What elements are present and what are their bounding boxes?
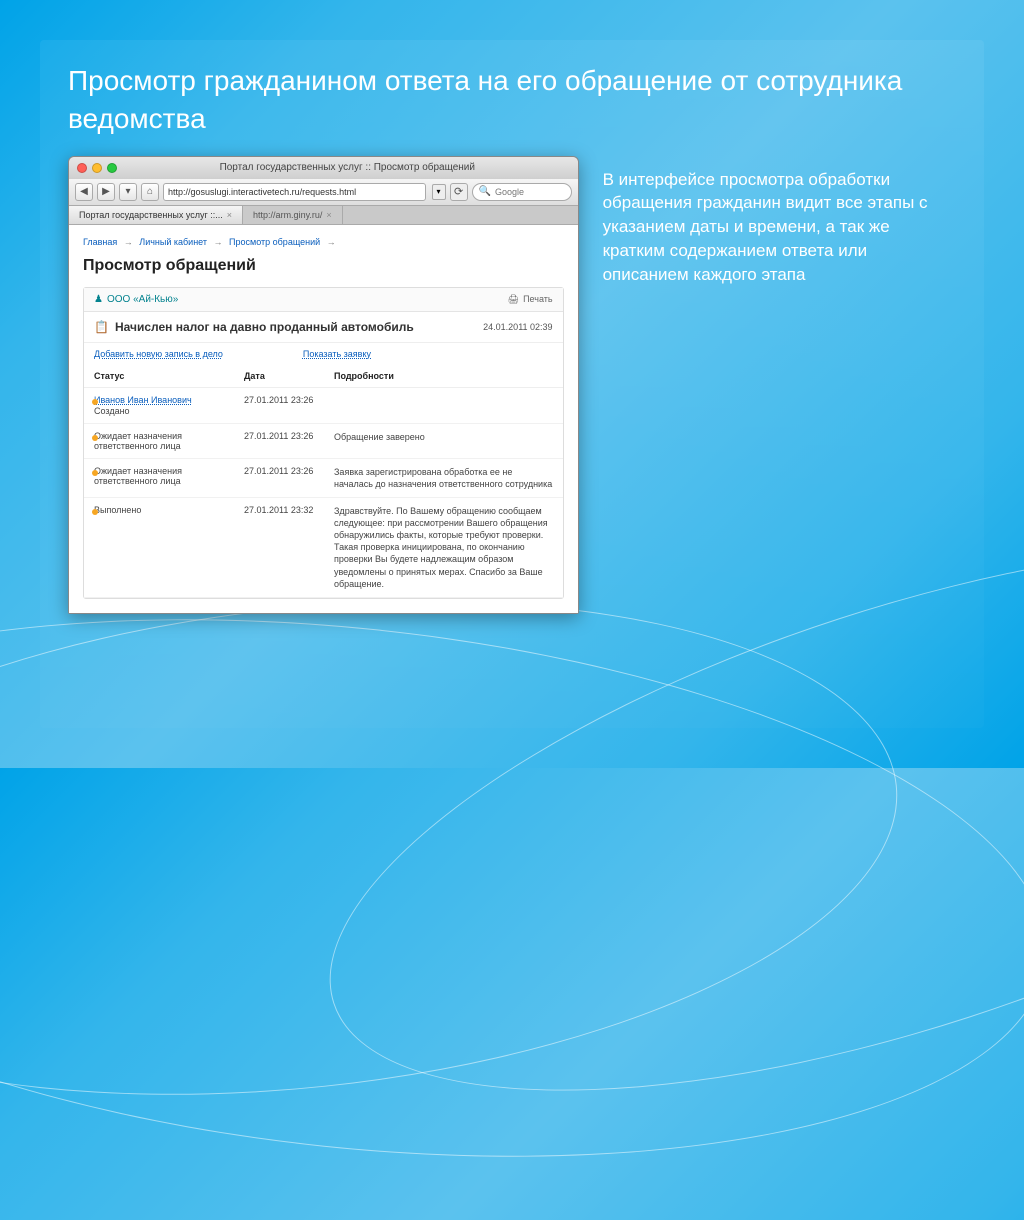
tab-strip: Портал государственных услуг ::... × htt… [69,206,578,225]
show-request-link[interactable]: Показать заявку [303,349,371,359]
url-text: http://gosuslugi.interactivetech.ru/requ… [168,187,356,197]
breadcrumb-cabinet[interactable]: Личный кабинет [139,237,207,247]
status-text: Выполнено [84,497,234,597]
author-link[interactable]: Иванов Иван Иванович [94,395,224,405]
breadcrumb: Главная → Личный кабинет → Просмотр обра… [83,233,564,257]
row-details: Обращение заверено [324,423,563,458]
status-text: Создано [94,406,130,416]
table-row: Иванов Иван Иванович Создано 27.01.2011 … [84,387,563,423]
request-datetime: 24.01.2011 02:39 [483,322,552,332]
table-row: Ожидает назначения ответственного лица 2… [84,423,563,458]
col-date: Дата [234,365,324,388]
close-tab-icon[interactable]: × [326,210,331,220]
minimize-icon[interactable] [92,163,102,173]
status-text: Ожидает назначения ответственного лица [84,458,234,497]
slide-title: Просмотр гражданином ответа на его обращ… [40,40,984,156]
row-details: Заявка зарегистрирована обработка ее не … [324,458,563,497]
row-date: 27.01.2011 23:26 [234,423,324,458]
request-panel: ♟ ООО «Ай-Кью» 🖨 Печать 📋 Начислен налог… [83,287,564,599]
steps-table: Статус Дата Подробности Иванов Иван Иван… [84,365,563,598]
print-icon: 🖨 [508,294,519,305]
col-status: Статус [84,365,234,388]
tab-label: http://arm.giny.ru/ [253,210,322,220]
browser-toolbar: ◀ ▶ ▾ ⌂ http://gosuslugi.interactivetech… [69,179,578,206]
status-text: Ожидает назначения ответственного лица [84,423,234,458]
print-button[interactable]: 🖨 Печать [508,294,553,305]
window-title: Портал государственных услуг :: Просмотр… [125,162,570,173]
table-row: Выполнено 27.01.2011 23:32 Здравствуйте.… [84,497,563,597]
browser-window: Портал государственных услуг :: Просмотр… [68,156,579,614]
org-name-text: ООО «Ай-Кью» [107,294,178,305]
window-titlebar[interactable]: Портал государственных услуг :: Просмотр… [69,157,578,179]
maximize-icon[interactable] [107,163,117,173]
org-name[interactable]: ♟ ООО «Ай-Кью» [94,294,178,305]
add-record-link[interactable]: Добавить новую запись в дело [94,349,223,359]
url-dropdown-button[interactable]: ▾ [432,184,446,200]
close-tab-icon[interactable]: × [227,210,232,220]
row-details: Здравствуйте. По Вашему обращению сообща… [324,497,563,597]
row-date: 27.01.2011 23:26 [234,458,324,497]
breadcrumb-home[interactable]: Главная [83,237,117,247]
page-title: Просмотр обращений [83,257,564,275]
tab-active[interactable]: Портал государственных услуг ::... × [69,206,243,224]
close-icon[interactable] [77,163,87,173]
reload-button[interactable]: ⟳ [450,183,468,201]
row-details [324,387,563,423]
print-label: Печать [523,294,552,304]
back-button[interactable]: ◀ [75,183,93,201]
history-button[interactable]: ▾ [119,183,137,201]
forward-button[interactable]: ▶ [97,183,115,201]
table-row: Ожидает назначения ответственного лица 2… [84,458,563,497]
slide: Просмотр гражданином ответа на его обращ… [40,40,984,728]
tab-inactive[interactable]: http://arm.giny.ru/ × [243,206,343,224]
home-button[interactable]: ⌂ [141,183,159,201]
search-icon: 🔍 [479,186,491,197]
col-details: Подробности [324,365,563,388]
row-date: 27.01.2011 23:32 [234,497,324,597]
request-title: Начислен налог на давно проданный автомо… [115,320,414,334]
search-placeholder: Google [495,187,524,197]
url-input[interactable]: http://gosuslugi.interactivetech.ru/requ… [163,183,426,201]
breadcrumb-current: Просмотр обращений [229,237,320,247]
search-input[interactable]: 🔍 Google [472,183,572,201]
row-date: 27.01.2011 23:26 [234,387,324,423]
org-icon: ♟ [94,294,103,305]
clipboard-icon: 📋 [94,320,109,334]
slide-description: В интерфейсе просмотра обработки обращен… [603,156,956,287]
tab-label: Портал государственных услуг ::... [79,210,223,220]
table-header-row: Статус Дата Подробности [84,365,563,388]
page-body: Главная → Личный кабинет → Просмотр обра… [69,225,578,613]
